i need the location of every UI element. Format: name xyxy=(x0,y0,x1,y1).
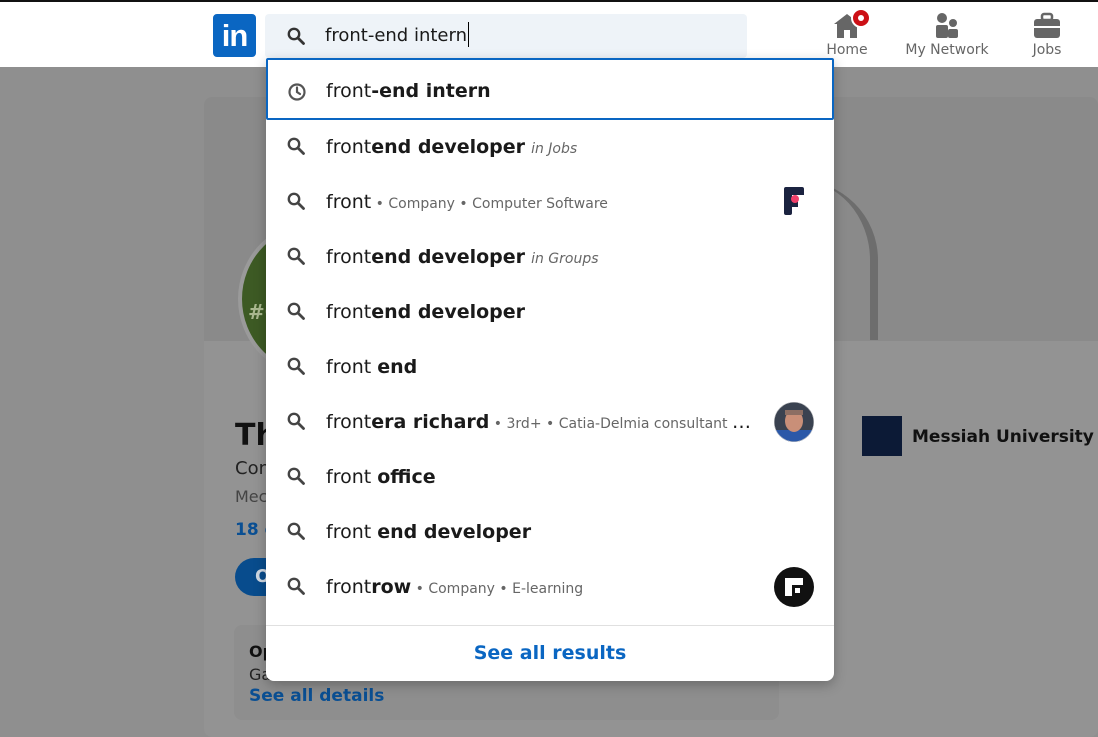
profile-location: Mec xyxy=(235,487,268,506)
typeahead-item[interactable]: frontend developer in Jobs xyxy=(266,120,834,175)
typeahead-item-label: front end developer xyxy=(326,505,756,560)
nav-my-network-label: My Network xyxy=(905,42,989,58)
typeahead-prefix: front xyxy=(326,521,378,543)
typeahead-item-recent[interactable]: front-end intern xyxy=(266,58,834,120)
search-icon xyxy=(287,27,305,49)
text-caret xyxy=(467,21,470,47)
typeahead-item[interactable]: front end developer xyxy=(266,505,834,560)
search-input-value: front-end intern xyxy=(325,25,467,46)
typeahead-prefix: front xyxy=(326,466,378,488)
typeahead-item[interactable]: front end xyxy=(266,340,834,395)
typeahead-match: end developer xyxy=(371,136,526,158)
clock-icon xyxy=(287,82,307,106)
search-icon xyxy=(287,577,305,599)
typeahead-prefix: front xyxy=(326,246,372,268)
front-company-logo xyxy=(784,187,804,219)
typeahead-item-label: front-end intern xyxy=(326,60,756,122)
school-name[interactable]: Messiah University xyxy=(912,427,1094,447)
typeahead-item-label: front office xyxy=(326,450,756,505)
see-all-details-link[interactable]: See all details xyxy=(249,686,384,706)
people-icon xyxy=(897,10,997,40)
typeahead-item-person[interactable]: frontera richard • 3rd+ • Catia-Delmia c… xyxy=(266,395,834,450)
typeahead-prefix: front xyxy=(326,576,372,598)
typeahead-match: row xyxy=(371,576,412,598)
nav-home[interactable]: Home xyxy=(797,8,897,58)
search-icon xyxy=(287,192,305,214)
typeahead-match: office xyxy=(377,466,436,488)
typeahead-item-label: frontend developer in Groups xyxy=(326,230,756,285)
typeahead-item-label: frontend developer in Jobs xyxy=(326,120,756,175)
profile-headline: Con xyxy=(235,458,270,479)
typeahead-match: -end intern xyxy=(371,80,491,102)
nav-jobs-label: Jobs xyxy=(1032,42,1062,58)
typeahead-prefix: front xyxy=(326,356,378,378)
typeahead-meta: • Company • E-learning xyxy=(411,581,584,597)
typeahead-item-company[interactable]: frontrow • Company • E-learning xyxy=(266,560,834,615)
typeahead-match: end developer xyxy=(377,521,532,543)
typeahead-prefix: front xyxy=(326,136,372,158)
top-nav: in front-end intern Home My Network Jobs xyxy=(0,0,1098,67)
typeahead-item-label: frontera richard • 3rd+ • Catia-Delmia c… xyxy=(326,395,756,450)
search-icon xyxy=(287,302,305,324)
typeahead-item[interactable]: frontend developer xyxy=(266,285,834,340)
search-icon xyxy=(287,412,305,434)
typeahead-item-company[interactable]: front • Company • Computer Software xyxy=(266,175,834,230)
person-avatar xyxy=(774,402,814,442)
search-icon xyxy=(287,137,305,159)
search-bar[interactable]: front-end intern xyxy=(265,14,747,58)
school-logo xyxy=(862,416,902,456)
typeahead-item[interactable]: front office xyxy=(266,450,834,505)
typeahead-item[interactable]: frontend developer in Groups xyxy=(266,230,834,285)
search-input[interactable]: front-end intern xyxy=(325,14,470,58)
linkedin-logo[interactable]: in xyxy=(213,14,256,57)
typeahead-match: end developer xyxy=(371,301,526,323)
typeahead-match: end developer xyxy=(371,246,526,268)
see-all-results-link[interactable]: See all results xyxy=(266,626,834,681)
nav-home-label: Home xyxy=(826,42,868,58)
typeahead-item-label: frontend developer xyxy=(326,285,756,340)
typeahead-scope: in Groups xyxy=(531,251,599,267)
typeahead-item-label: front end xyxy=(326,340,756,395)
typeahead-item-label: frontrow • Company • E-learning xyxy=(326,560,756,615)
notification-badge xyxy=(851,8,871,28)
typeahead-meta: • 3rd+ • Catia-Delmia consultant Lead c.… xyxy=(493,416,756,432)
typeahead-item-label: front • Company • Computer Software xyxy=(326,175,756,230)
typeahead-prefix: front xyxy=(326,301,372,323)
typeahead-meta: • Company • Computer Software xyxy=(371,196,608,212)
typeahead-scope: in Jobs xyxy=(531,141,578,157)
search-icon xyxy=(287,467,305,489)
typeahead-match: era richard xyxy=(371,411,490,433)
typeahead-prefix: front xyxy=(326,80,372,102)
typeahead-prefix: front xyxy=(326,191,372,213)
search-icon xyxy=(287,357,305,379)
briefcase-icon xyxy=(997,10,1097,40)
search-typeahead-dropdown: front-end intern frontend developer in J… xyxy=(266,58,834,681)
search-icon xyxy=(287,522,305,544)
nav-my-network[interactable]: My Network xyxy=(897,10,997,58)
home-icon xyxy=(797,8,897,40)
frontrow-company-logo xyxy=(774,567,814,607)
nav-jobs[interactable]: Jobs xyxy=(997,10,1097,58)
typeahead-prefix: front xyxy=(326,411,372,433)
search-icon xyxy=(287,247,305,269)
typeahead-match: end xyxy=(377,356,418,378)
